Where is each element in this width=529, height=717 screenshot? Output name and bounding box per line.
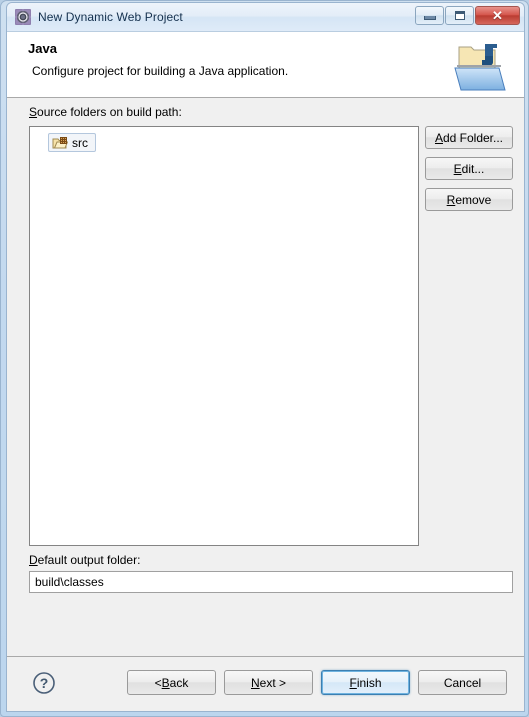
default-output-folder-input[interactable] xyxy=(29,571,513,593)
list-item-src[interactable]: src xyxy=(48,133,96,152)
add-folder-button-label: dd Folder... xyxy=(442,130,504,145)
wizard-nav-buttons: < Back Next > Finish Cancel xyxy=(127,670,507,695)
close-button[interactable]: ✕ xyxy=(475,6,520,25)
back-button-label: ack xyxy=(169,675,189,690)
remove-button-mnemonic: R xyxy=(446,192,456,207)
next-button-mnemonic: N xyxy=(250,675,260,690)
svg-text:?: ? xyxy=(40,675,49,691)
finish-button-mnemonic: F xyxy=(349,675,357,690)
wizard-gear-icon xyxy=(15,9,31,25)
source-folders-label-mnemonic: S xyxy=(29,105,38,119)
minimize-icon xyxy=(423,16,436,20)
back-button[interactable]: < Back xyxy=(127,670,216,695)
source-folders-actions: Add Folder... Edit... Remove xyxy=(425,126,513,211)
dialog-window-frame: New Dynamic Web Project ✕ Java Configure… xyxy=(0,0,529,717)
page-title: Java xyxy=(28,41,57,56)
default-output-folder-label-rest: efault output folder: xyxy=(37,553,141,567)
minimize-button[interactable] xyxy=(415,6,444,25)
cancel-button[interactable]: Cancel xyxy=(418,670,507,695)
edit-button[interactable]: Edit... xyxy=(425,157,513,180)
source-folders-list[interactable]: src xyxy=(29,126,419,546)
next-button[interactable]: Next > xyxy=(224,670,313,695)
page-description: Configure project for building a Java ap… xyxy=(32,64,289,78)
java-project-folder-icon xyxy=(449,38,511,92)
cancel-button-label: Cancel xyxy=(443,675,482,690)
dialog-window: New Dynamic Web Project ✕ Java Configure… xyxy=(6,2,525,712)
source-package-folder-icon xyxy=(52,135,69,151)
window-title: New Dynamic Web Project xyxy=(38,10,183,24)
back-button-mnemonic: B xyxy=(161,675,170,690)
back-button-prefix: < xyxy=(154,675,162,690)
remove-button-label: emove xyxy=(455,192,492,207)
source-folders-label-rest: ource folders on build path: xyxy=(37,105,182,119)
help-icon[interactable]: ? xyxy=(32,671,56,695)
wizard-header: Java Configure project for building a Ja… xyxy=(7,32,524,98)
titlebar[interactable]: New Dynamic Web Project ✕ xyxy=(7,3,524,32)
finish-button-label: inish xyxy=(356,675,382,690)
add-folder-button[interactable]: Add Folder... xyxy=(425,126,513,149)
source-folders-label: Source folders on build path: xyxy=(29,105,182,119)
window-controls: ✕ xyxy=(415,6,520,25)
finish-button[interactable]: Finish xyxy=(321,670,410,695)
edit-button-mnemonic: E xyxy=(453,161,462,176)
list-item-label: src xyxy=(72,135,88,150)
close-icon: ✕ xyxy=(492,8,503,23)
edit-button-label: dit... xyxy=(461,161,485,176)
wizard-footer: ? < Back Next > Finish Cancel xyxy=(7,656,524,711)
maximize-button[interactable] xyxy=(445,6,474,25)
add-folder-button-mnemonic: A xyxy=(434,130,443,145)
wizard-body: Source folders on build path: src A dd F… xyxy=(7,98,524,656)
default-output-folder-label-mnemonic: D xyxy=(29,553,38,567)
remove-button[interactable]: Remove xyxy=(425,188,513,211)
next-button-label: ext > xyxy=(259,675,287,690)
maximize-icon xyxy=(454,11,465,20)
default-output-folder-label: Default output folder: xyxy=(29,553,140,567)
